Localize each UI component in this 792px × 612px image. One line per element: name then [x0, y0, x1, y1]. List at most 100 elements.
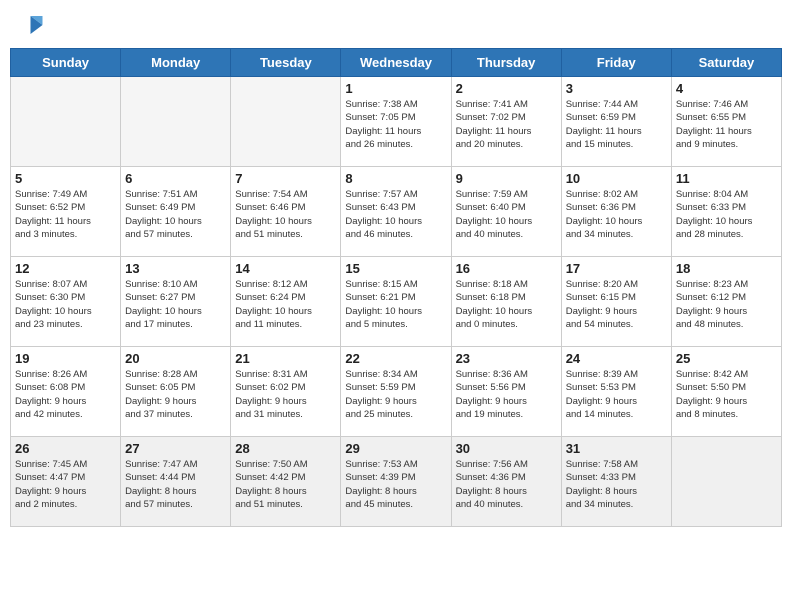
- calendar-cell: 20Sunrise: 8:28 AM Sunset: 6:05 PM Dayli…: [121, 347, 231, 437]
- calendar-cell: 31 Sunrise: 7:58 AM Sunset: 4:33 PM Dayli…: [561, 437, 671, 527]
- calendar-cell: 23Sunrise: 8:36 AM Sunset: 5:56 PM Dayli…: [451, 347, 561, 437]
- day-number: 19: [15, 351, 116, 366]
- day-header-saturday: Saturday: [671, 49, 781, 77]
- day-header-sunday: Sunday: [11, 49, 121, 77]
- calendar-cell: 7 Sunrise: 7:54 AM Sunset: 6:46 PM Daylig…: [231, 167, 341, 257]
- calendar-cell: 11 Sunrise: 8:04 AM Sunset: 6:33 PM Dayli…: [671, 167, 781, 257]
- day-number: 1: [345, 81, 446, 96]
- calendar-cell: 19 Sunrise: 8:26 AM Sunset: 6:08 PM Dayli…: [11, 347, 121, 437]
- day-info: Sunrise: 7:58 AM Sunset: 4:33 PM Dayligh…: [566, 458, 667, 511]
- day-info: Sunrise: 8:26 AM Sunset: 6:08 PM Dayligh…: [15, 368, 116, 421]
- day-info: Sunrise: 7:46 AM Sunset: 6:55 PM Dayligh…: [676, 98, 777, 151]
- calendar-cell: [121, 77, 231, 167]
- calendar-week-2: 5 Sunrise: 7:49 AM Sunset: 6:52 PM Daylig…: [11, 167, 782, 257]
- calendar-cell: 2 Sunrise: 7:41 AM Sunset: 7:02 PM Daylig…: [451, 77, 561, 167]
- day-header-friday: Friday: [561, 49, 671, 77]
- day-number: 9: [456, 171, 557, 186]
- day-info: Sunrise: 8:31 AM Sunset: 6:02 PM Dayligh…: [235, 368, 336, 421]
- calendar-cell: 1 Sunrise: 7:38 AM Sunset: 7:05 PM Daylig…: [341, 77, 451, 167]
- logo: [14, 10, 48, 40]
- day-number: 30: [456, 441, 557, 456]
- calendar-cell: 15 Sunrise: 8:15 AM Sunset: 6:21 PM Dayli…: [341, 257, 451, 347]
- calendar-header-row: SundayMondayTuesdayWednesdayThursdayFrid…: [11, 49, 782, 77]
- calendar-cell: 21Sunrise: 8:31 AM Sunset: 6:02 PM Dayli…: [231, 347, 341, 437]
- day-number: 17: [566, 261, 667, 276]
- day-number: 22: [345, 351, 446, 366]
- day-number: 28: [235, 441, 336, 456]
- calendar-cell: 13 Sunrise: 8:10 AM Sunset: 6:27 PM Dayli…: [121, 257, 231, 347]
- calendar-cell: 24 Sunrise: 8:39 AM Sunset: 5:53 PM Dayli…: [561, 347, 671, 437]
- day-info: Sunrise: 8:07 AM Sunset: 6:30 PM Dayligh…: [15, 278, 116, 331]
- calendar-cell: 27 Sunrise: 7:47 AM Sunset: 4:44 PM Dayli…: [121, 437, 231, 527]
- calendar-cell: 18 Sunrise: 8:23 AM Sunset: 6:12 PM Dayli…: [671, 257, 781, 347]
- day-number: 14: [235, 261, 336, 276]
- calendar-cell: [11, 77, 121, 167]
- day-header-monday: Monday: [121, 49, 231, 77]
- day-info: Sunrise: 7:38 AM Sunset: 7:05 PM Dayligh…: [345, 98, 446, 151]
- day-info: Sunrise: 7:41 AM Sunset: 7:02 PM Dayligh…: [456, 98, 557, 151]
- day-info: Sunrise: 7:56 AM Sunset: 4:36 PM Dayligh…: [456, 458, 557, 511]
- day-number: 16: [456, 261, 557, 276]
- day-info: Sunrise: 7:44 AM Sunset: 6:59 PM Dayligh…: [566, 98, 667, 151]
- day-header-tuesday: Tuesday: [231, 49, 341, 77]
- calendar-cell: 30 Sunrise: 7:56 AM Sunset: 4:36 PM Dayli…: [451, 437, 561, 527]
- calendar-table: SundayMondayTuesdayWednesdayThursdayFrid…: [10, 48, 782, 527]
- day-info: Sunrise: 7:45 AM Sunset: 4:47 PM Dayligh…: [15, 458, 116, 511]
- day-info: Sunrise: 8:04 AM Sunset: 6:33 PM Dayligh…: [676, 188, 777, 241]
- day-number: 10: [566, 171, 667, 186]
- calendar-cell: 6 Sunrise: 7:51 AM Sunset: 6:49 PM Daylig…: [121, 167, 231, 257]
- calendar-cell: 12Sunrise: 8:07 AM Sunset: 6:30 PM Dayli…: [11, 257, 121, 347]
- day-info: Sunrise: 8:28 AM Sunset: 6:05 PM Dayligh…: [125, 368, 226, 421]
- day-info: Sunrise: 8:15 AM Sunset: 6:21 PM Dayligh…: [345, 278, 446, 331]
- day-info: Sunrise: 7:54 AM Sunset: 6:46 PM Dayligh…: [235, 188, 336, 241]
- day-number: 18: [676, 261, 777, 276]
- calendar-week-5: 26 Sunrise: 7:45 AM Sunset: 4:47 PM Dayli…: [11, 437, 782, 527]
- day-number: 3: [566, 81, 667, 96]
- day-info: Sunrise: 8:02 AM Sunset: 6:36 PM Dayligh…: [566, 188, 667, 241]
- day-number: 2: [456, 81, 557, 96]
- calendar-cell: 14Sunrise: 8:12 AM Sunset: 6:24 PM Dayli…: [231, 257, 341, 347]
- day-number: 26: [15, 441, 116, 456]
- day-number: 6: [125, 171, 226, 186]
- calendar-cell: 10 Sunrise: 8:02 AM Sunset: 6:36 PM Dayli…: [561, 167, 671, 257]
- day-info: Sunrise: 8:20 AM Sunset: 6:15 PM Dayligh…: [566, 278, 667, 331]
- calendar-week-3: 12Sunrise: 8:07 AM Sunset: 6:30 PM Dayli…: [11, 257, 782, 347]
- calendar-cell: 29Sunrise: 7:53 AM Sunset: 4:39 PM Dayli…: [341, 437, 451, 527]
- day-info: Sunrise: 8:42 AM Sunset: 5:50 PM Dayligh…: [676, 368, 777, 421]
- calendar-cell: 28 Sunrise: 7:50 AM Sunset: 4:42 PM Dayli…: [231, 437, 341, 527]
- day-number: 13: [125, 261, 226, 276]
- day-number: 5: [15, 171, 116, 186]
- day-info: Sunrise: 8:10 AM Sunset: 6:27 PM Dayligh…: [125, 278, 226, 331]
- day-info: Sunrise: 8:18 AM Sunset: 6:18 PM Dayligh…: [456, 278, 557, 331]
- day-number: 15: [345, 261, 446, 276]
- day-number: 31: [566, 441, 667, 456]
- day-number: 27: [125, 441, 226, 456]
- day-header-wednesday: Wednesday: [341, 49, 451, 77]
- day-number: 11: [676, 171, 777, 186]
- day-number: 8: [345, 171, 446, 186]
- calendar-cell: 17 Sunrise: 8:20 AM Sunset: 6:15 PM Dayli…: [561, 257, 671, 347]
- calendar-cell: [671, 437, 781, 527]
- calendar-cell: 4 Sunrise: 7:46 AM Sunset: 6:55 PM Daylig…: [671, 77, 781, 167]
- day-info: Sunrise: 7:51 AM Sunset: 6:49 PM Dayligh…: [125, 188, 226, 241]
- day-number: 24: [566, 351, 667, 366]
- day-info: Sunrise: 8:36 AM Sunset: 5:56 PM Dayligh…: [456, 368, 557, 421]
- day-info: Sunrise: 7:57 AM Sunset: 6:43 PM Dayligh…: [345, 188, 446, 241]
- day-info: Sunrise: 7:49 AM Sunset: 6:52 PM Dayligh…: [15, 188, 116, 241]
- calendar-week-1: 1 Sunrise: 7:38 AM Sunset: 7:05 PM Daylig…: [11, 77, 782, 167]
- day-info: Sunrise: 7:47 AM Sunset: 4:44 PM Dayligh…: [125, 458, 226, 511]
- day-info: Sunrise: 7:59 AM Sunset: 6:40 PM Dayligh…: [456, 188, 557, 241]
- day-number: 7: [235, 171, 336, 186]
- day-info: Sunrise: 7:50 AM Sunset: 4:42 PM Dayligh…: [235, 458, 336, 511]
- day-number: 4: [676, 81, 777, 96]
- day-number: 29: [345, 441, 446, 456]
- logo-icon: [14, 10, 44, 40]
- calendar-cell: 22Sunrise: 8:34 AM Sunset: 5:59 PM Dayli…: [341, 347, 451, 437]
- calendar-cell: [231, 77, 341, 167]
- day-number: 25: [676, 351, 777, 366]
- calendar-week-4: 19 Sunrise: 8:26 AM Sunset: 6:08 PM Dayli…: [11, 347, 782, 437]
- calendar-body: 1 Sunrise: 7:38 AM Sunset: 7:05 PM Daylig…: [11, 77, 782, 527]
- day-info: Sunrise: 8:39 AM Sunset: 5:53 PM Dayligh…: [566, 368, 667, 421]
- calendar-cell: 8 Sunrise: 7:57 AM Sunset: 6:43 PM Daylig…: [341, 167, 451, 257]
- day-info: Sunrise: 8:23 AM Sunset: 6:12 PM Dayligh…: [676, 278, 777, 331]
